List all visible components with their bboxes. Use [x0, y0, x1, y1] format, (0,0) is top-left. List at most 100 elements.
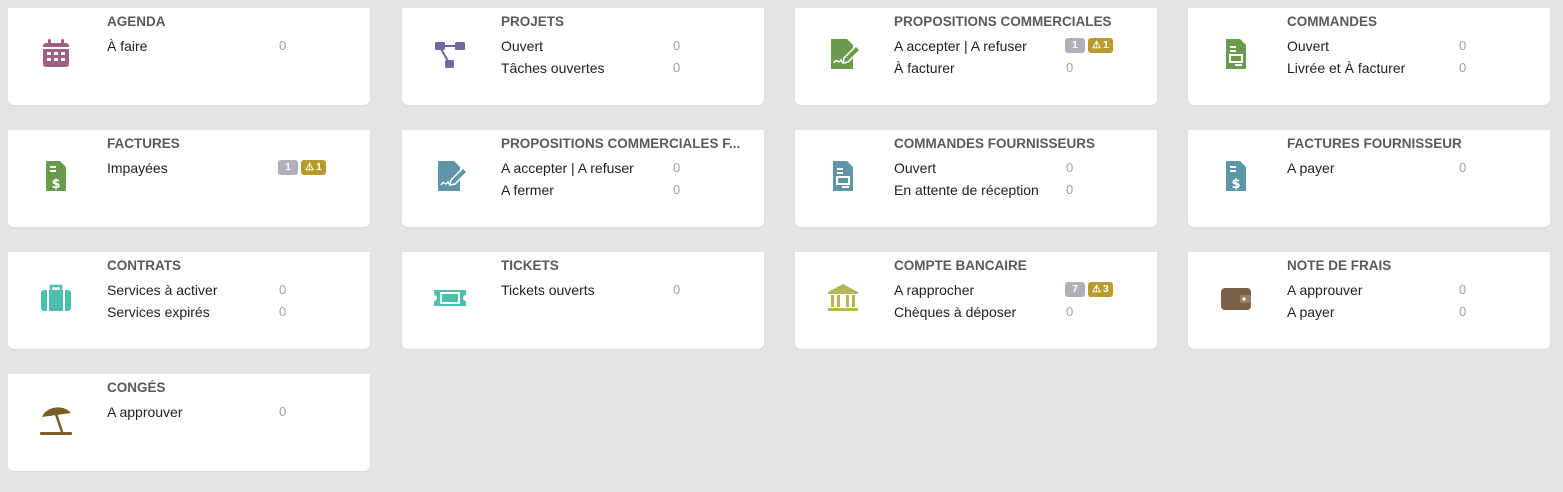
row-label: A rapprocher [894, 282, 975, 298]
card-factures[interactable]: $ FACTURES Impayées 1 ⚠ 1 [8, 130, 370, 227]
card-title: COMMANDES [1287, 14, 1377, 29]
row-label: À facturer [894, 60, 955, 76]
beach-umbrella-icon [38, 402, 74, 438]
card-title: CONGÉS [107, 380, 166, 395]
row-impayees[interactable]: Impayées 1 ⚠ 1 [107, 160, 347, 180]
card-conges[interactable]: CONGÉS A approuver 0 [8, 374, 370, 471]
row-value: 0 [279, 404, 287, 419]
row-value: 0 [279, 282, 287, 297]
row-value: 0 [673, 38, 681, 53]
wallet-icon [1218, 280, 1254, 316]
card-title: CONTRATS [107, 258, 181, 273]
card-title: PROPOSITIONS COMMERCIALES F... [501, 136, 741, 151]
warning-icon: ⚠ [1092, 40, 1101, 51]
row-label: A payer [1287, 160, 1335, 176]
row-ouvert[interactable]: Ouvert 0 [1287, 38, 1527, 58]
card-contrats[interactable]: CONTRATS Services à activer 0 Services e… [8, 252, 370, 349]
card-propositions-fournisseurs[interactable]: PROPOSITIONS COMMERCIALES F... A accepte… [402, 130, 764, 227]
card-title: COMMANDES FOURNISSEURS [894, 136, 1096, 151]
row-services-expires[interactable]: Services expirés 0 [107, 304, 347, 324]
project-tree-icon [432, 36, 468, 72]
row-value: 0 [673, 60, 681, 75]
card-title: FACTURES FOURNISSEUR [1287, 136, 1462, 151]
row-value: 0 [279, 304, 287, 319]
row-label: A approuver [1287, 282, 1363, 298]
row-a-fermer[interactable]: A fermer 0 [501, 182, 741, 202]
row-label: A fermer [501, 182, 554, 198]
card-title: FACTURES [107, 136, 180, 151]
card-compte-bancaire[interactable]: COMPTE BANCAIRE A rapprocher 7 ⚠ 3 Chèque… [795, 252, 1157, 349]
card-agenda[interactable]: AGENDA À faire 0 [8, 8, 370, 105]
row-a-payer[interactable]: A payer 0 [1287, 304, 1527, 324]
invoice-icon: $ [1218, 158, 1254, 194]
row-en-attente-reception[interactable]: En attente de réception 0 [894, 182, 1134, 202]
row-label: En attente de réception [894, 182, 1039, 198]
row-a-accepter-a-refuser[interactable]: A accepter | A refuser 1 ⚠ 1 [894, 38, 1134, 58]
late-badge: ⚠ 1 [1088, 38, 1113, 53]
row-a-facturer[interactable]: À facturer 0 [894, 60, 1134, 80]
row-label: Livrée et À facturer [1287, 60, 1406, 76]
row-label: A accepter | A refuser [501, 160, 634, 176]
card-factures-fournisseur[interactable]: $ FACTURES FOURNISSEUR A payer 0 [1188, 130, 1550, 227]
row-value: 0 [1066, 160, 1074, 175]
row-a-approuver[interactable]: A approuver 0 [1287, 282, 1527, 302]
row-value: 0 [1066, 182, 1074, 197]
card-title: TICKETS [501, 258, 559, 273]
row-value: 0 [1066, 304, 1074, 319]
row-ouvert[interactable]: Ouvert 0 [894, 160, 1134, 180]
late-badge: ⚠ 1 [301, 160, 326, 175]
warning-icon: ⚠ [1092, 284, 1101, 295]
card-commandes[interactable]: COMMANDES Ouvert 0 Livrée et À facturer … [1188, 8, 1550, 105]
warning-icon: ⚠ [305, 162, 314, 173]
row-a-rapprocher[interactable]: A rapprocher 7 ⚠ 3 [894, 282, 1134, 302]
invoice-icon: $ [38, 158, 74, 194]
count-badge: 1 [278, 160, 298, 175]
row-label: Ouvert [501, 38, 544, 54]
row-livree-a-facturer[interactable]: Livrée et À facturer 0 [1287, 60, 1527, 80]
card-title: NOTE DE FRAIS [1287, 258, 1392, 273]
row-tickets-ouverts[interactable]: Tickets ouverts 0 [501, 282, 741, 302]
row-value: 0 [1459, 60, 1467, 75]
row-a-approuver[interactable]: A approuver 0 [107, 404, 347, 424]
row-label: Ouvert [894, 160, 937, 176]
card-projets[interactable]: PROJETS Ouvert 0 Tâches ouvertes 0 [402, 8, 764, 105]
order-document-icon [1218, 36, 1254, 72]
svg-text:$: $ [1231, 177, 1240, 192]
row-value: 0 [279, 38, 287, 53]
calendar-icon [38, 36, 74, 72]
row-ouvert[interactable]: Ouvert 0 [501, 38, 741, 58]
row-a-faire[interactable]: À faire 0 [107, 38, 347, 58]
row-services-a-activer[interactable]: Services à activer 0 [107, 282, 347, 302]
briefcase-icon [38, 280, 74, 316]
row-label: Tâches ouvertes [501, 60, 605, 76]
row-value: 0 [1066, 60, 1074, 75]
row-label: Services expirés [107, 304, 210, 320]
count-badge: 1 [1065, 38, 1085, 53]
bank-icon [825, 280, 861, 316]
card-title: COMPTE BANCAIRE [894, 258, 1027, 273]
row-value: 0 [673, 282, 681, 297]
card-title: PROPOSITIONS COMMERCIALES [894, 14, 1112, 29]
row-label: Chèques à déposer [894, 304, 1017, 320]
row-value: 0 [673, 160, 681, 175]
row-a-accepter-a-refuser[interactable]: A accepter | A refuser 0 [501, 160, 741, 180]
card-commandes-fournisseurs[interactable]: COMMANDES FOURNISSEURS Ouvert 0 En atten… [795, 130, 1157, 227]
card-tickets[interactable]: TICKETS Tickets ouverts 0 [402, 252, 764, 349]
svg-text:$: $ [51, 177, 60, 192]
late-count: 1 [1102, 39, 1109, 51]
ticket-icon [432, 280, 468, 316]
row-a-payer[interactable]: A payer 0 [1287, 160, 1527, 180]
row-label: A payer [1287, 304, 1335, 320]
row-label: A accepter | A refuser [894, 38, 1027, 54]
row-value: 0 [1459, 304, 1467, 319]
row-label: À faire [107, 38, 148, 54]
row-label: Tickets ouverts [501, 282, 595, 298]
card-title: PROJETS [501, 14, 565, 29]
signed-document-icon [432, 158, 468, 194]
count-badge: 7 [1065, 282, 1085, 297]
order-document-icon [825, 158, 861, 194]
row-taches-ouvertes[interactable]: Tâches ouvertes 0 [501, 60, 741, 80]
row-cheques-a-deposer[interactable]: Chèques à déposer 0 [894, 304, 1134, 324]
card-propositions-commerciales[interactable]: PROPOSITIONS COMMERCIALES A accepter | A… [795, 8, 1157, 105]
card-note-de-frais[interactable]: NOTE DE FRAIS A approuver 0 A payer 0 [1188, 252, 1550, 349]
